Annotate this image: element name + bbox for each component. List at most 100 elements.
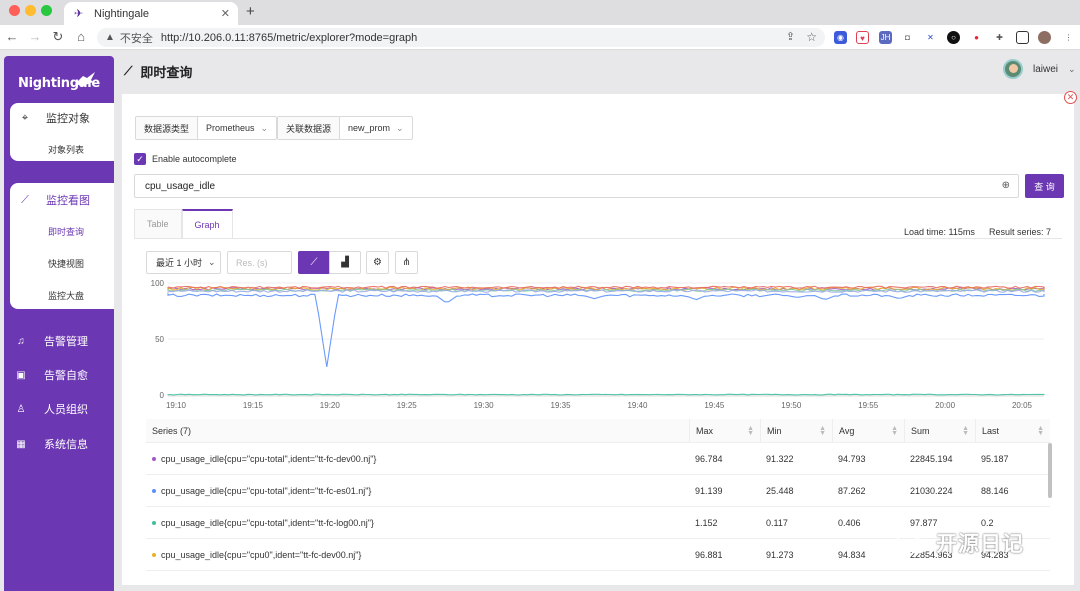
series-value: cpu_usage_idle{cpu="cpu-total",ident="tt… bbox=[161, 454, 377, 464]
more-menu-icon[interactable]: ⋮ bbox=[1062, 31, 1075, 44]
promql-input[interactable]: cpu_usage_idle ⊕ bbox=[134, 174, 1019, 198]
column-header-series[interactable]: Series (7) bbox=[146, 419, 689, 443]
autocomplete-checkbox[interactable]: ✓ Enable autocomplete bbox=[134, 153, 237, 165]
forward-icon[interactable]: → bbox=[27, 29, 43, 44]
tab-graph[interactable]: Graph bbox=[181, 209, 233, 239]
x-extension-icon[interactable]: ✕ bbox=[924, 31, 937, 44]
area-chart-icon: ▟ bbox=[341, 257, 349, 268]
menu-item-system-info[interactable]: ▦ 系统信息 bbox=[14, 436, 88, 452]
share-icon[interactable]: ⇪ bbox=[786, 30, 795, 43]
column-header-max[interactable]: Max ▲ ▼ bbox=[689, 419, 760, 443]
load-time: Load time: 115ms bbox=[904, 227, 975, 237]
datasource-type-value: Prometheus bbox=[206, 123, 255, 133]
menu-group-monitor-graphs: ⟋ 监控看图 即时查询 快捷视图 监控大盘 bbox=[10, 183, 114, 309]
series-color-dot bbox=[152, 489, 156, 493]
circle-extension-icon[interactable]: ○ bbox=[947, 31, 960, 44]
submenu-item-quick-view[interactable]: 快捷视图 bbox=[48, 257, 84, 270]
red-extension-icon[interactable]: ● bbox=[970, 31, 983, 44]
browser-toolbar: ← → ↻ ⌂ ▲ 不安全 http://10.206.0.11:8765/me… bbox=[0, 25, 1080, 50]
timeseries-chart: 0 50 100 19:10 19:15 19:20 19:25 19:30 19:35 19:4… bbox=[151, 279, 1045, 410]
share-button[interactable]: ⋔ bbox=[395, 251, 418, 274]
new-tab-button[interactable]: + bbox=[246, 3, 255, 20]
x-tick-label: 19:10 bbox=[166, 401, 187, 410]
menu-item-alert-management[interactable]: ♫ 告警管理 bbox=[14, 333, 88, 349]
jh-extension-icon[interactable]: JH bbox=[879, 31, 892, 44]
x-tick-label: 20:05 bbox=[1012, 401, 1033, 410]
query-button[interactable]: 查 询 bbox=[1025, 174, 1064, 198]
column-header-last[interactable]: Last ▲ ▼ bbox=[975, 419, 1050, 443]
submenu-item-instant-query[interactable]: 即时查询 bbox=[48, 225, 84, 238]
extension-icon-1[interactable]: ◉ bbox=[834, 31, 847, 44]
submenu-item-dashboard[interactable]: 监控大盘 bbox=[48, 289, 84, 302]
table-scrollbar[interactable] bbox=[1048, 443, 1052, 498]
cell-min: 25.448 bbox=[760, 475, 832, 507]
last-value: 95.187 bbox=[981, 454, 1009, 464]
cell-min: 0.117 bbox=[760, 507, 832, 539]
avatar bbox=[1003, 59, 1023, 79]
close-icon[interactable]: ✕ bbox=[1064, 91, 1077, 104]
series-color-dot bbox=[152, 457, 156, 461]
datasource-value: new_prom bbox=[348, 123, 391, 133]
address-bar[interactable]: ▲ 不安全 http://10.206.0.11:8765/metric/exp… bbox=[97, 28, 825, 47]
page-title-text: 即时查询 bbox=[140, 65, 193, 80]
apps-icon: ▦ bbox=[16, 438, 26, 450]
home-icon[interactable]: ⌂ bbox=[73, 29, 89, 44]
series-table: Series (7) Max ▲ ▼ Min ▲ ▼ Avg ▲ ▼ Sum ▲ ▼ Last ▲… bbox=[146, 419, 1050, 585]
submenu-item-object-list[interactable]: 对象列表 bbox=[48, 143, 84, 156]
browser-tab-bar: ✈ Nightingale ✕ + bbox=[0, 0, 1080, 25]
cell-sum: 22845.194 bbox=[904, 443, 975, 475]
min-value: 0.117 bbox=[766, 518, 788, 528]
menu-item-monitor-graphs[interactable]: ⟋ 监控看图 bbox=[10, 190, 90, 210]
column-header-min[interactable]: Min ▲ ▼ bbox=[760, 419, 832, 443]
settings-button[interactable]: ⚙ bbox=[366, 251, 389, 274]
resolution-input[interactable]: Res. (s) bbox=[227, 251, 292, 274]
user-menu[interactable]: laiwei ⌄ bbox=[1003, 59, 1076, 79]
sidebar-toggle-icon[interactable] bbox=[1016, 31, 1029, 44]
close-tab-icon[interactable]: ✕ bbox=[221, 7, 230, 20]
tab-table[interactable]: Table bbox=[134, 209, 182, 239]
close-window-button[interactable] bbox=[9, 5, 20, 16]
puzzle-icon[interactable]: ✚ bbox=[993, 31, 1006, 44]
menu-item-people-org[interactable]: ♙ 人员组织 bbox=[14, 401, 88, 417]
column-header-sum[interactable]: Sum ▲ ▼ bbox=[904, 419, 975, 443]
cell-avg: 94.793 bbox=[832, 443, 904, 475]
time-range-select[interactable]: 最近 1 小时 ⌄ bbox=[146, 251, 221, 274]
autocomplete-label: Enable autocomplete bbox=[152, 154, 237, 164]
insecure-label: 不安全 bbox=[119, 32, 153, 45]
line-chart-button[interactable]: ⟋ bbox=[298, 251, 330, 274]
x-tick-label: 19:45 bbox=[704, 401, 725, 410]
alarm-icon: ♫ bbox=[17, 335, 25, 347]
globe-icon[interactable]: ⊕ bbox=[1002, 180, 1010, 191]
cell-min: 91.273 bbox=[760, 539, 832, 571]
cell-sum: 21030.224 bbox=[904, 475, 975, 507]
minimize-window-button[interactable] bbox=[25, 5, 36, 16]
browser-tab[interactable]: ✈ Nightingale ✕ bbox=[64, 2, 238, 25]
cell-avg: 94.834 bbox=[832, 539, 904, 571]
reload-icon[interactable]: ↻ bbox=[50, 29, 66, 45]
cell-series: cpu_usage_idle{cpu="cpu-total",ident="tt… bbox=[146, 507, 689, 539]
menu-label: 监控看图 bbox=[46, 195, 90, 207]
x-tick-label: 19:40 bbox=[627, 401, 648, 410]
back-icon[interactable]: ← bbox=[4, 29, 20, 44]
column-header-avg[interactable]: Avg ▲ ▼ bbox=[832, 419, 904, 443]
area-chart-button[interactable]: ▟ bbox=[329, 251, 361, 274]
datasource-select[interactable]: 关联数据源 new_prom ⌄ bbox=[277, 116, 413, 140]
cell-max: 91.139 bbox=[689, 475, 760, 507]
watermark: 开源日记 bbox=[896, 528, 1024, 558]
x-tick-label: 19:55 bbox=[858, 401, 879, 410]
cell-series: cpu_usage_idle{cpu="cpu0",ident="tt-fc-d… bbox=[146, 539, 689, 571]
menu-label: 系统信息 bbox=[44, 439, 88, 451]
menu-item-alert-selfheal[interactable]: ▣ 告警自愈 bbox=[14, 367, 88, 383]
min-value: 91.273 bbox=[766, 550, 794, 560]
bookmark-star-icon[interactable]: ☆ bbox=[806, 30, 817, 44]
min-value: 91.322 bbox=[766, 454, 794, 464]
menu-label: 告警管理 bbox=[44, 336, 88, 348]
series-line bbox=[167, 292, 1045, 367]
datasource-type-select[interactable]: 数据源类型 Prometheus ⌄ bbox=[135, 116, 278, 140]
camera-icon[interactable]: ◘ bbox=[901, 31, 914, 44]
menu-item-monitor-objects[interactable]: ⌖ 监控对象 bbox=[10, 108, 90, 128]
pocket-icon[interactable]: ♥ bbox=[856, 31, 869, 44]
maximize-window-button[interactable] bbox=[41, 5, 52, 16]
chevron-down-icon: ⌄ bbox=[396, 122, 404, 133]
profile-avatar-icon[interactable] bbox=[1038, 31, 1051, 44]
